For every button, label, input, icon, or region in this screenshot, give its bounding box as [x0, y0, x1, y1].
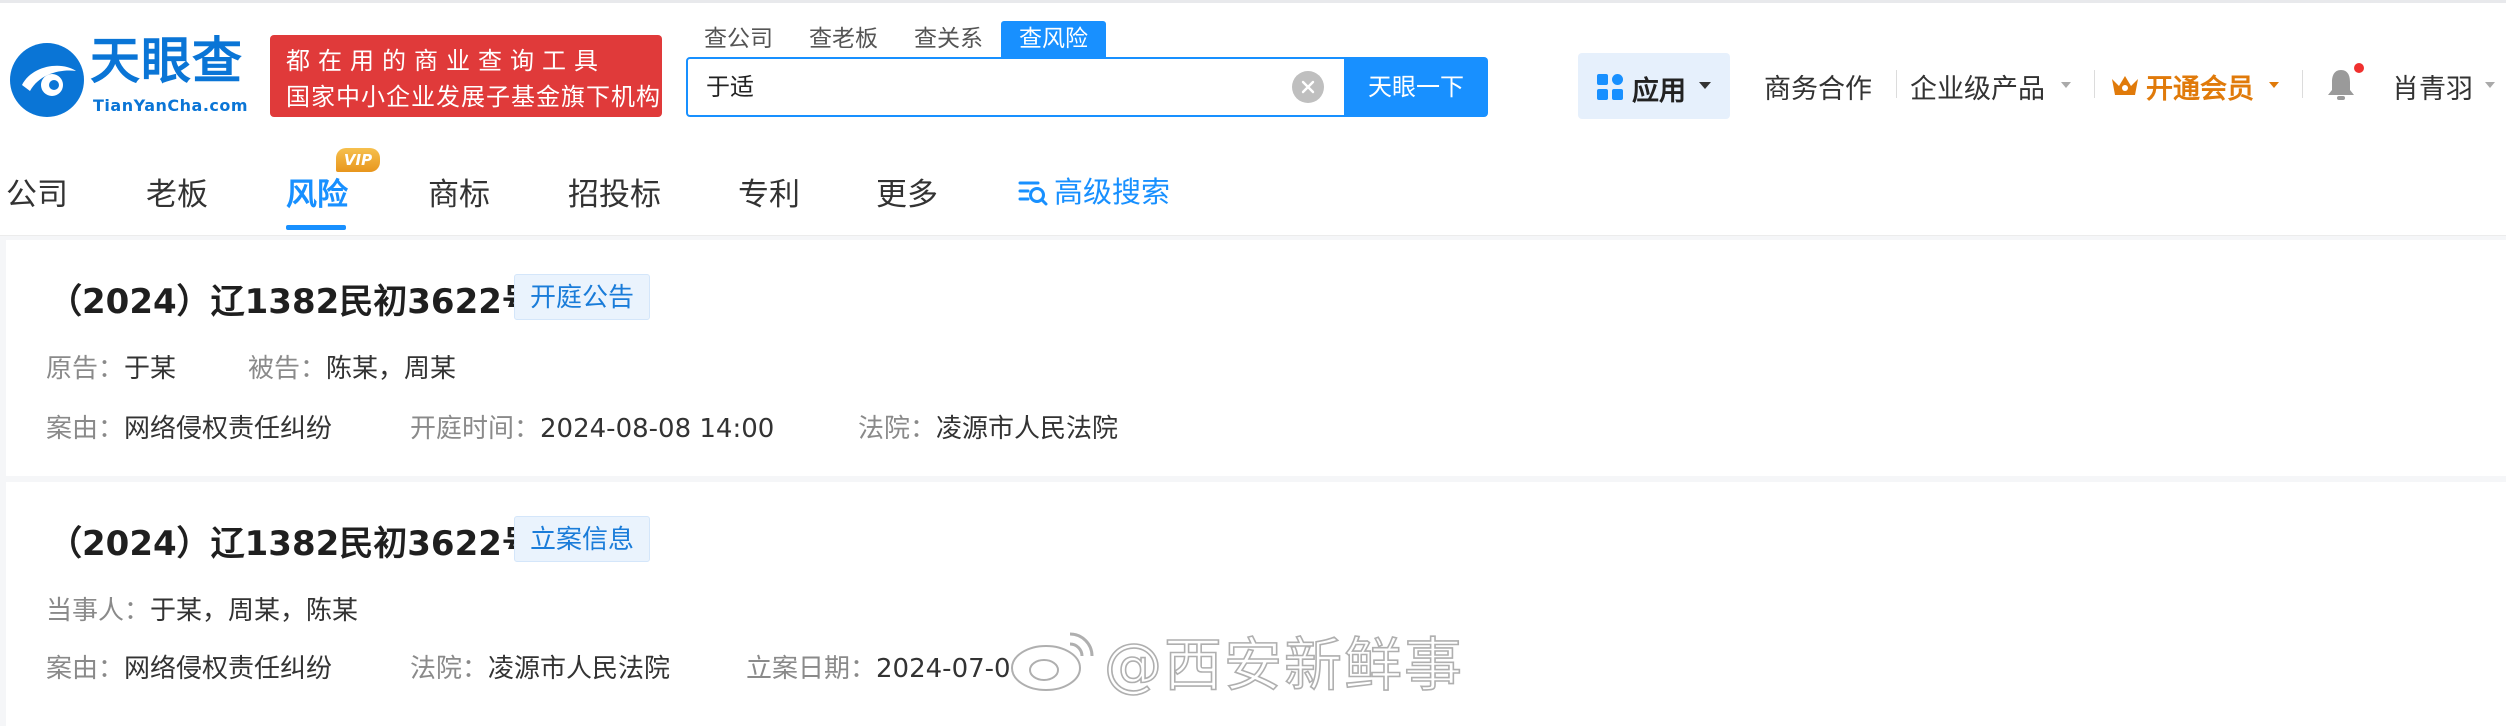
crown-icon — [2112, 76, 2138, 95]
search-box: 天眼一下 — [686, 57, 1488, 117]
tab-boss[interactable]: 老板 — [146, 169, 208, 214]
field-key: 被告： — [248, 354, 327, 384]
active-tab-indicator — [286, 225, 346, 230]
case-number[interactable]: （2024）辽1382民初3622号 — [48, 274, 536, 323]
apps-grid-icon — [1597, 74, 1623, 100]
case-cause-field: 案由：网络侵权责任纠纷 — [46, 408, 332, 445]
hearing-time-field: 开庭时间：2024-08-08 14:00 — [410, 408, 774, 445]
court-field: 法院：凌源市人民法院 — [410, 648, 670, 685]
case-cause-field: 案由：网络侵权责任纠纷 — [46, 648, 332, 685]
header: 天眼查 TianYanCha.com 都在用的商业查询工具 国家中小企业发展子基… — [0, 3, 2506, 151]
tab-patent[interactable]: 专利 — [738, 169, 800, 214]
parties-field: 当事人：于某，周某，陈某 — [46, 590, 358, 627]
tab-more[interactable]: 更多 — [876, 169, 938, 214]
filing-date-field: 立案日期：2024-07-0 — [746, 648, 1011, 685]
field-key: 当事人： — [46, 596, 151, 626]
field-key: 法院： — [410, 654, 489, 684]
apps-caret-icon — [1699, 82, 1711, 89]
field-key: 案由： — [46, 414, 125, 444]
slogan-banner[interactable]: 都在用的商业查询工具 国家中小企业发展子基金旗下机构 — [270, 35, 662, 117]
field-value: 于某，周某，陈某 — [150, 596, 359, 626]
search-tab-boss[interactable]: 查老板 — [791, 21, 896, 57]
weibo-watermark-icon — [1011, 632, 1094, 691]
tab-bidding[interactable]: 招投标 — [568, 169, 661, 214]
open-vip-link[interactable]: 开通会员 — [2146, 67, 2254, 106]
field-key: 开庭时间： — [410, 414, 541, 444]
logo-eye-icon[interactable] — [8, 41, 86, 119]
court-field: 法院：凌源市人民法院 — [858, 408, 1118, 445]
field-value: 网络侵权责任纠纷 — [124, 654, 333, 684]
search-tab-risk[interactable]: 查风险 — [1001, 21, 1106, 57]
slogan-line-2: 国家中小企业发展子基金旗下机构 — [286, 83, 661, 111]
field-key: 原告： — [46, 354, 125, 384]
search-input[interactable] — [706, 59, 1306, 115]
case-type-tag: 立案信息 — [514, 516, 651, 562]
tab-trademark[interactable]: 商标 — [428, 169, 490, 214]
apps-label: 应用 — [1632, 76, 1686, 107]
field-key: 法院： — [858, 414, 937, 444]
notification-dot — [2354, 63, 2364, 73]
search-button[interactable]: 天眼一下 — [1344, 57, 1488, 117]
logo-domain: TianYanCha.com — [93, 96, 249, 115]
nav-divider — [2094, 70, 2095, 98]
field-value: 于某 — [124, 354, 177, 384]
plaintiff-field: 原告：于某 — [46, 348, 176, 385]
search-tab-relation[interactable]: 查关系 — [896, 21, 1001, 57]
slogan-line-1: 都在用的商业查询工具 — [286, 47, 606, 75]
field-value: 陈某，周某 — [326, 354, 457, 384]
case-number[interactable]: （2024）辽1382民初3622号 — [48, 516, 536, 565]
vip-caret-icon — [2269, 82, 2279, 88]
clear-search-icon[interactable] — [1292, 71, 1324, 103]
nav-divider — [2302, 70, 2303, 98]
field-value[interactable]: 凌源市人民法院 — [488, 654, 670, 684]
nav-divider — [1896, 70, 1897, 98]
field-key: 立案日期： — [746, 654, 877, 684]
case-type-tag: 开庭公告 — [514, 274, 651, 320]
watermark-text: @西安新鲜事 — [1103, 630, 1465, 700]
tab-company[interactable]: 公司 — [6, 169, 68, 214]
advanced-search-link[interactable]: 高级搜索 — [1054, 169, 1170, 211]
tab-risk[interactable]: 风险 — [286, 169, 348, 214]
apps-button[interactable]: 应用 — [1578, 53, 1730, 119]
defendant-field: 被告：陈某，周某 — [248, 348, 456, 385]
logo-text[interactable]: 天眼查 — [90, 33, 243, 89]
nav-business[interactable]: 商务合作 — [1764, 67, 1872, 106]
bell-icon[interactable] — [2326, 67, 2356, 101]
nav-enterprise[interactable]: 企业级产品 — [1910, 67, 2045, 106]
field-value: 2024-08-08 14:00 — [540, 414, 775, 444]
field-value[interactable]: 凌源市人民法院 — [936, 414, 1118, 444]
field-key: 案由： — [46, 654, 125, 684]
vip-badge: VIP — [336, 148, 380, 172]
user-caret-icon — [2485, 82, 2495, 88]
field-value: 2024-07-0 — [876, 654, 1011, 684]
advanced-search-icon — [1018, 181, 1048, 206]
enterprise-caret-icon — [2061, 82, 2071, 88]
field-value: 网络侵权责任纠纷 — [124, 414, 333, 444]
user-name[interactable]: 肖青羽 — [2392, 67, 2473, 106]
result-card[interactable]: （2024）辽1382民初3622号 开庭公告 原告：于某 被告：陈某，周某 案… — [6, 240, 2506, 476]
search-tab-company[interactable]: 查公司 — [686, 21, 791, 57]
search-tabs: 查公司 查老板 查关系 查风险 — [686, 21, 1106, 57]
